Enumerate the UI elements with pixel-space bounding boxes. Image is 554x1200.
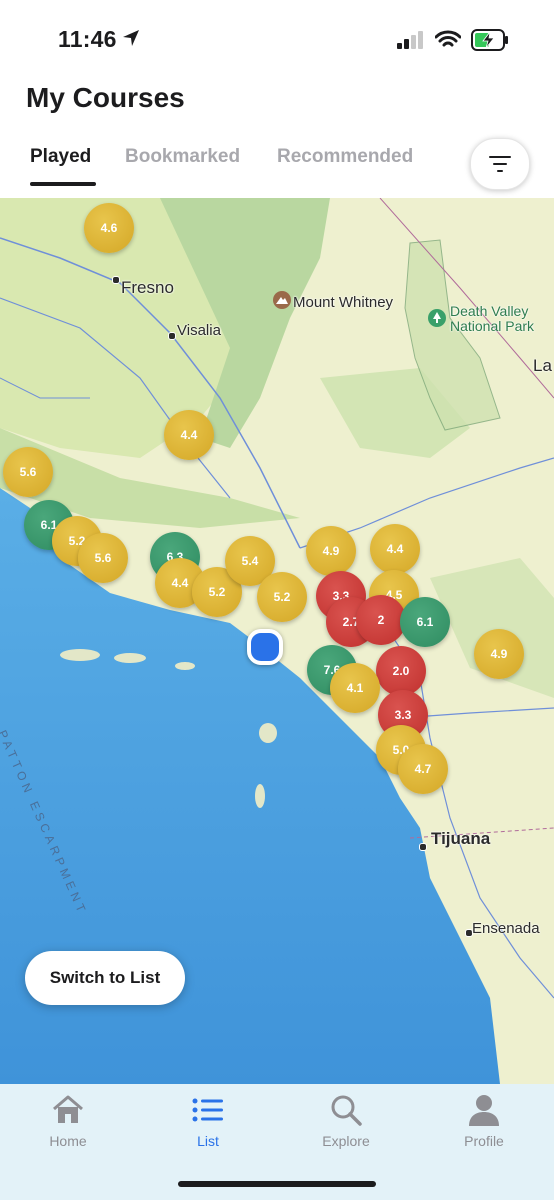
course-pin[interactable]: 5.6 — [3, 447, 53, 497]
course-pin[interactable]: 4.9 — [306, 526, 356, 576]
course-pin[interactable]: 4.9 — [474, 629, 524, 679]
course-pin[interactable]: 2 — [356, 595, 406, 645]
nav-profile-label: Profile — [464, 1133, 504, 1149]
home-icon — [53, 1095, 83, 1123]
profile-icon — [469, 1095, 499, 1126]
course-pin[interactable]: 4.1 — [330, 663, 380, 713]
filter-button[interactable] — [470, 138, 530, 190]
course-pin[interactable]: 6.1 — [400, 597, 450, 647]
mountain-icon — [273, 291, 291, 309]
home-indicator — [178, 1181, 376, 1187]
map-label-death-valley-line1: Death Valley — [450, 303, 529, 319]
course-pin[interactable]: 5.6 — [78, 533, 128, 583]
course-pin[interactable]: 4.6 — [84, 203, 134, 253]
wifi-icon — [435, 30, 461, 47]
nav-explore[interactable]: Explore — [301, 1094, 391, 1149]
current-location-marker — [247, 629, 283, 665]
map-label-la: La — [533, 356, 552, 375]
course-pin[interactable]: 5.2 — [257, 572, 307, 622]
active-tab-indicator — [30, 182, 96, 186]
tab-played[interactable]: Played — [30, 146, 91, 168]
nav-home-label: Home — [49, 1133, 87, 1149]
nav-list-label: List — [197, 1133, 219, 1149]
city-dot — [419, 843, 427, 851]
cellular-signal-icon — [397, 31, 423, 49]
nav-profile[interactable]: Profile — [439, 1094, 529, 1149]
location-arrow-icon — [123, 30, 139, 46]
map-label-tijuana: Tijuana — [431, 829, 491, 848]
city-dot — [168, 332, 176, 340]
map-label-visalia: Visalia — [177, 322, 221, 339]
battery-charging-icon — [471, 29, 508, 51]
map-label-death-valley: Death Valley National Park — [450, 304, 534, 334]
nav-list[interactable]: List — [163, 1094, 253, 1149]
switch-to-list-button[interactable]: Switch to List — [25, 951, 185, 1005]
course-pin[interactable]: 4.4 — [164, 410, 214, 460]
map-label-mount-whitney: Mount Whitney — [293, 294, 394, 311]
page-title: My Courses — [26, 82, 185, 113]
status-bar: 11:46 — [0, 0, 554, 70]
list-icon — [192, 1098, 223, 1122]
course-pin[interactable]: 2.0 — [376, 646, 426, 696]
tab-bar: Played Bookmarked Recommended — [0, 138, 554, 198]
park-icon — [428, 309, 446, 327]
map-label-fresno: Fresno — [121, 278, 174, 297]
map-label-death-valley-line2: National Park — [450, 318, 535, 334]
nav-explore-label: Explore — [322, 1133, 370, 1149]
map-label-ensenada: Ensenada — [472, 920, 540, 937]
nav-home[interactable]: Home — [23, 1094, 113, 1149]
search-icon — [331, 1095, 362, 1126]
city-dot — [112, 276, 120, 284]
course-pin[interactable]: 4.4 — [370, 524, 420, 574]
tab-bookmarked[interactable]: Bookmarked — [125, 146, 240, 168]
course-pin[interactable]: 4.7 — [398, 744, 448, 794]
filter-icon — [489, 156, 511, 172]
status-time: 11:46 — [58, 26, 117, 52]
tab-recommended[interactable]: Recommended — [277, 146, 413, 168]
